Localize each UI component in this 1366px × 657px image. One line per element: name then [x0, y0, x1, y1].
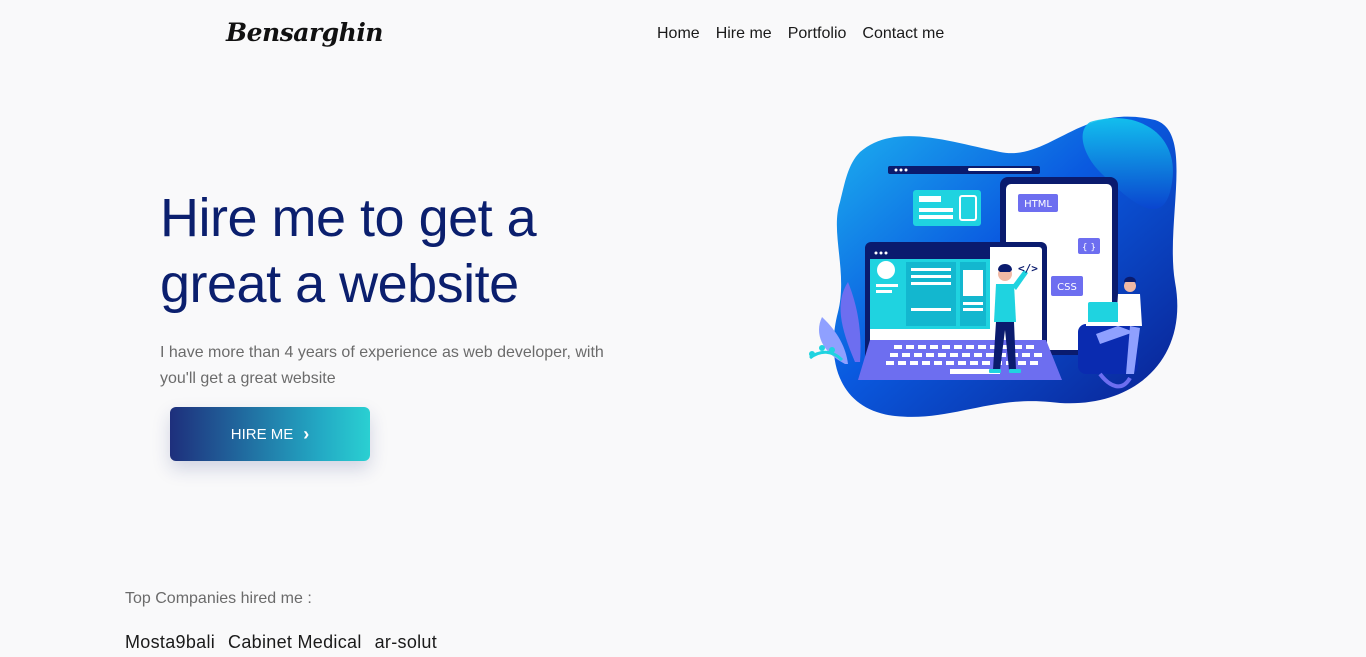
main-nav: Home Hire me Portfolio Contact me — [657, 25, 944, 43]
hire-me-button[interactable]: HIRE ME › — [170, 407, 370, 461]
hero-subtitle: I have more than 4 years of experience a… — [160, 344, 604, 387]
hero-illustration: HTML { } CSS </> — [809, 116, 1178, 417]
companies-label: Top Companies hired me : — [125, 590, 312, 607]
company-item: Mosta9bali — [125, 632, 216, 652]
hero-title: Hire me to get a great a website — [160, 185, 640, 317]
hero-title-line-1: Hire me to get a — [160, 188, 537, 248]
nav-contact-me[interactable]: Contact me — [862, 25, 944, 43]
companies-list: Mosta9bali Cabinet Medical ar-solut — [125, 632, 437, 653]
chevron-right-icon: › — [303, 424, 310, 444]
html-tag-label: HTML — [1024, 199, 1052, 210]
nav-home[interactable]: Home — [657, 25, 700, 43]
company-item: ar-solut — [374, 632, 438, 652]
hire-me-button-label: HIRE ME — [230, 425, 294, 443]
nav-portfolio[interactable]: Portfolio — [788, 25, 847, 43]
css-tag-label: CSS — [1057, 282, 1077, 293]
braces-label: { } — [1082, 243, 1096, 253]
code-symbol-label: </> — [1018, 262, 1038, 275]
nav-hire-me[interactable]: Hire me — [716, 25, 772, 43]
brand-logo[interactable]: Bensarghin — [226, 18, 384, 47]
company-item: Cabinet Medical — [228, 632, 362, 652]
hero-title-line-2: great a website — [160, 254, 519, 314]
